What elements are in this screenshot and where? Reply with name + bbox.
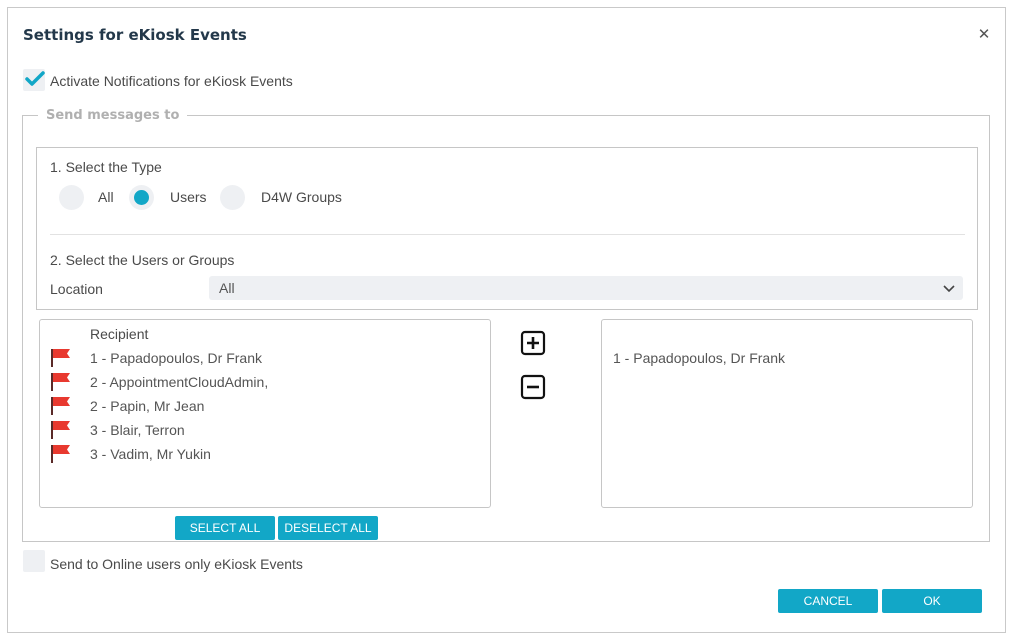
online-only-label: Send to Online users only eKiosk Events [50,556,303,572]
select-all-button[interactable]: SELECT ALL [175,516,275,540]
list-item[interactable]: 2 - Papin, Mr Jean [50,396,470,416]
radio-all-label: All [98,189,114,205]
select-users-heading: 2. Select the Users or Groups [50,252,235,268]
minus-square-icon[interactable] [520,374,546,400]
list-item-label: 1 - Papadopoulos, Dr Frank [613,350,785,366]
list-item[interactable]: 2 - AppointmentCloudAdmin, [50,372,470,392]
send-messages-fieldset: Send messages to 1. Select the Type All … [22,108,990,542]
deselect-all-button[interactable]: DESELECT ALL [278,516,378,540]
checkmark-icon [25,71,45,86]
close-icon[interactable]: ✕ [974,25,994,45]
list-item-label: 2 - Papin, Mr Jean [90,398,205,414]
online-only-checkbox[interactable] [23,550,45,572]
flag-icon [51,445,70,463]
location-label: Location [50,281,103,297]
selected-recipients-list[interactable]: 1 - Papadopoulos, Dr Frank [601,319,973,508]
recipient-header: Recipient [90,326,149,342]
type-selection-panel: 1. Select the Type All Users D4W Groups … [36,147,978,310]
settings-dialog: Settings for eKiosk Events ✕ Activate No… [7,7,1006,633]
list-item[interactable]: 3 - Blair, Terron [50,420,470,440]
radio-users[interactable] [129,185,154,210]
list-item-label: 3 - Blair, Terron [90,422,185,438]
activate-notifications-label: Activate Notifications for eKiosk Events [50,73,293,89]
cancel-button[interactable]: CANCEL [778,589,878,613]
radio-d4w-groups-label: D4W Groups [261,189,342,205]
plus-square-icon[interactable] [520,330,546,356]
list-item[interactable]: 1 - Papadopoulos, Dr Frank [613,348,953,368]
divider [50,234,965,235]
flag-icon [51,397,70,415]
dialog-title: Settings for eKiosk Events [23,26,247,44]
list-item[interactable]: 1 - Papadopoulos, Dr Frank [50,348,470,368]
recipient-list[interactable]: Recipient 1 - Papadopoulos, Dr Frank 2 -… [39,319,491,508]
send-messages-legend: Send messages to [38,108,188,123]
location-select[interactable]: All [209,276,963,300]
chevron-down-icon [943,285,955,293]
activate-notifications-checkbox[interactable] [23,69,45,91]
ok-button[interactable]: OK [882,589,982,613]
location-select-value: All [219,280,235,296]
flag-icon [51,373,70,391]
select-type-heading: 1. Select the Type [50,159,162,175]
radio-all[interactable] [59,185,84,210]
list-item[interactable]: 3 - Vadim, Mr Yukin [50,444,470,464]
list-item-label: 1 - Papadopoulos, Dr Frank [90,350,262,366]
list-item-label: 3 - Vadim, Mr Yukin [90,446,211,462]
flag-icon [51,349,70,367]
radio-d4w-groups[interactable] [220,185,245,210]
flag-icon [51,421,70,439]
radio-users-label: Users [170,189,207,205]
list-item-label: 2 - AppointmentCloudAdmin, [90,374,269,390]
